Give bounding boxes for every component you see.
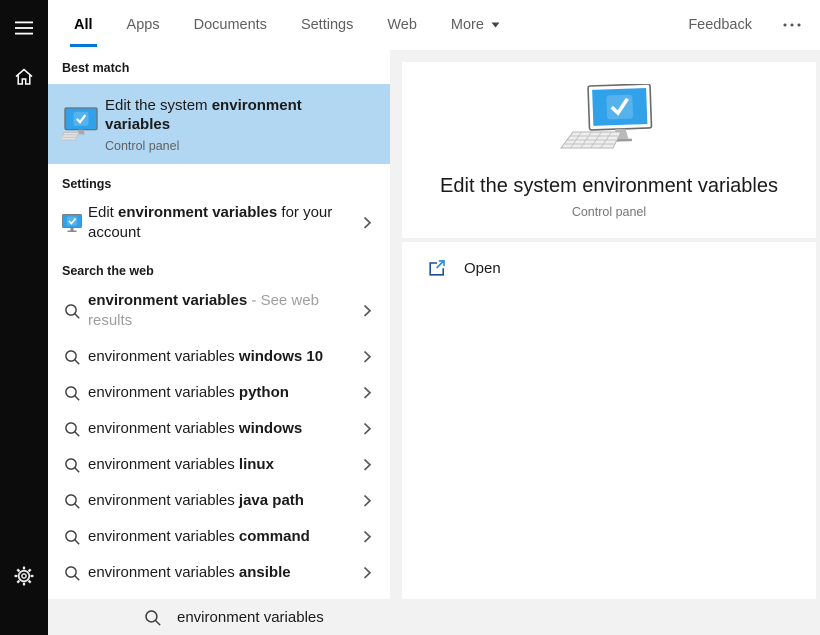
tab-web-label: Web xyxy=(387,17,417,33)
feedback-button[interactable]: Feedback xyxy=(688,17,752,33)
gear-icon xyxy=(13,565,35,587)
tab-more-label: More xyxy=(451,17,484,33)
search-icon xyxy=(62,457,82,473)
search-icon xyxy=(62,421,82,437)
home-icon xyxy=(14,67,34,86)
home-button[interactable] xyxy=(0,52,48,100)
web-suggestion-row[interactable]: environment variables linux xyxy=(48,447,390,483)
chevron-right-icon[interactable] xyxy=(363,530,372,544)
web-suggestion-text: environment variables command xyxy=(88,527,310,547)
settings-section-header: Settings xyxy=(48,164,390,195)
tab-web[interactable]: Web xyxy=(385,0,419,50)
hamburger-icon xyxy=(14,20,34,36)
chevron-right-icon[interactable] xyxy=(363,494,372,508)
preview-card: Edit the system environment variables Co… xyxy=(402,62,816,238)
system-properties-app-icon xyxy=(62,107,100,141)
search-icon xyxy=(62,303,82,319)
search-icon xyxy=(62,493,82,509)
web-suggestion-text: environment variables java path xyxy=(88,491,304,511)
search-icon xyxy=(62,385,82,401)
search-icon xyxy=(62,529,82,545)
chevron-right-icon[interactable] xyxy=(363,304,372,318)
best-match-text: Edit the system environment variables Co… xyxy=(105,96,320,153)
tab-settings[interactable]: Settings xyxy=(299,0,355,50)
web-suggestion-row[interactable]: environment variables command xyxy=(48,519,390,555)
web-suggestion-row[interactable]: environment variables python xyxy=(48,375,390,411)
web-suggestion-row[interactable]: environment variables windows 10 xyxy=(48,339,390,375)
search-icon xyxy=(62,349,82,365)
chevron-right-icon[interactable] xyxy=(363,350,372,364)
settings-result-row[interactable]: Edit environment variables for your acco… xyxy=(48,195,390,251)
open-action-label: Open xyxy=(464,260,501,277)
tab-apps-label: Apps xyxy=(127,17,160,33)
search-bar[interactable]: environment variables xyxy=(48,599,820,635)
search-icon xyxy=(144,609,161,626)
settings-button[interactable] xyxy=(0,552,48,600)
web-suggestion-text: environment variables python xyxy=(88,383,289,403)
search-web-section-header: Search the web xyxy=(48,251,390,282)
system-properties-app-icon-large xyxy=(559,84,659,161)
tab-documents-label: Documents xyxy=(194,17,267,33)
web-suggestion-text: environment variables windows 10 xyxy=(88,347,323,367)
actions-card: Open xyxy=(402,242,816,599)
tabbar-right-actions: Feedback xyxy=(688,0,806,50)
search-icon xyxy=(62,565,82,581)
search-main-area: All Apps Documents Settings Web More Fee… xyxy=(48,0,820,635)
chevron-right-icon[interactable] xyxy=(363,386,372,400)
search-content: Best match Edi xyxy=(48,50,820,599)
tab-apps[interactable]: Apps xyxy=(125,0,162,50)
chevron-right-icon[interactable] xyxy=(363,422,372,436)
more-options-button[interactable] xyxy=(778,18,806,32)
web-suggestion-text: environment variables - See web results xyxy=(88,291,333,331)
tab-all-label: All xyxy=(74,17,93,33)
web-suggestion-row[interactable]: environment variables java path xyxy=(48,483,390,519)
mini-monitor-icon xyxy=(62,214,82,233)
windows-search-flyout: All Apps Documents Settings Web More Fee… xyxy=(0,0,820,635)
filter-tab-bar: All Apps Documents Settings Web More Fee… xyxy=(48,0,820,50)
results-list-panel: Best match Edi xyxy=(48,50,390,599)
web-suggestion-text: environment variables linux xyxy=(88,455,274,475)
tab-more[interactable]: More xyxy=(449,0,502,50)
chevron-right-icon[interactable] xyxy=(363,566,372,580)
chevron-right-icon[interactable] xyxy=(363,216,372,230)
tab-documents[interactable]: Documents xyxy=(192,0,269,50)
tab-all[interactable]: All xyxy=(72,0,95,50)
filter-tabs: All Apps Documents Settings Web More xyxy=(72,0,502,50)
chevron-down-icon xyxy=(491,22,500,28)
settings-result-text: Edit environment variables for your acco… xyxy=(88,203,350,243)
open-action[interactable]: Open xyxy=(402,242,816,294)
best-match-title: Edit the system environment variables xyxy=(105,96,320,134)
tab-settings-label: Settings xyxy=(301,17,353,33)
preview-panel: Edit the system environment variables Co… xyxy=(390,50,820,599)
best-match-header: Best match xyxy=(48,50,390,79)
best-match-subtitle: Control panel xyxy=(105,139,320,153)
left-rail xyxy=(0,0,48,635)
web-suggestion-text: environment variables ansible xyxy=(88,563,291,583)
web-suggestion-row[interactable]: environment variables ansible xyxy=(48,555,390,591)
web-suggestion-row[interactable]: environment variables windows xyxy=(48,411,390,447)
best-match-result[interactable]: Edit the system environment variables Co… xyxy=(48,84,390,164)
search-input-value[interactable]: environment variables xyxy=(177,609,324,626)
preview-subtitle: Control panel xyxy=(572,205,646,219)
hamburger-menu-button[interactable] xyxy=(0,4,48,52)
web-suggestion-text: environment variables windows xyxy=(88,419,302,439)
web-suggestion-row[interactable]: environment variables - See web results xyxy=(48,282,390,339)
chevron-right-icon[interactable] xyxy=(363,458,372,472)
open-external-icon xyxy=(428,260,446,277)
preview-title: Edit the system environment variables xyxy=(440,175,778,198)
ellipsis-icon xyxy=(782,22,802,28)
